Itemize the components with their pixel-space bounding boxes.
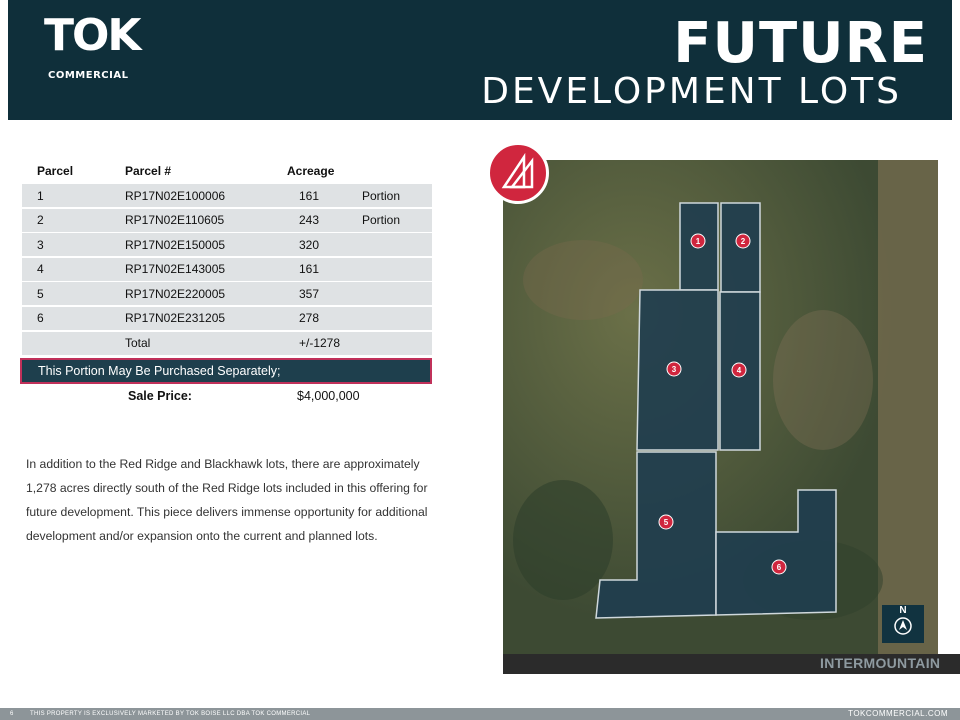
acreage-cell: 243 — [299, 213, 320, 228]
lot-label-2: 2 — [741, 237, 746, 246]
sale-price-label: Sale Price: — [128, 389, 192, 403]
terrain-patch — [513, 480, 613, 600]
parcel-cell: 2 — [37, 213, 44, 228]
sale-price-value: $4,000,000 — [297, 389, 360, 403]
footer-website: TOKCOMMERCIAL.COM — [848, 709, 948, 718]
page-subtitle: DEVELOPMENT LOTS — [481, 71, 902, 112]
parcel-cell: 5 — [37, 286, 44, 301]
page-title: FUTURE — [673, 11, 928, 76]
compass-arrow — [899, 620, 907, 630]
header-banner: TOK COMMERCIAL FUTURE DEVELOPMENT LOTS — [8, 0, 952, 120]
brand-badge-icon — [487, 142, 549, 204]
tok-logo: TOK — [44, 10, 142, 61]
header-parcel: Parcel — [37, 164, 74, 178]
parcel-cell: 3 — [37, 237, 44, 252]
acreage-cell: 357 — [299, 286, 320, 301]
logo-subtitle: COMMERCIAL — [48, 70, 129, 81]
page-footer: 6 THIS PROPERTY IS EXCLUSIVELY MARKETED … — [0, 708, 960, 720]
header-parcel-number: Parcel # — [125, 164, 172, 178]
acreage-cell: 278 — [299, 311, 320, 326]
lot-label-1: 1 — [696, 237, 701, 246]
parcel-table: Parcel Parcel # Acreage 1 RP17N02E100006… — [22, 158, 432, 356]
parcel-number-cell: RP17N02E150005 — [125, 237, 226, 252]
aerial-map-svg: 1 2 3 4 5 6 — [503, 160, 938, 672]
lot-label-6: 6 — [777, 563, 782, 572]
parcel-number-cell: RP17N02E110605 — [125, 213, 225, 228]
table-row: 2 RP17N02E110605 243 Portion — [22, 208, 432, 232]
table-row: 5 RP17N02E220005 357 — [22, 282, 432, 306]
parcel-number-cell: RP17N02E143005 — [125, 262, 226, 277]
table-header: Parcel Parcel # Acreage — [22, 158, 432, 184]
total-value: +/-1278 — [299, 336, 341, 351]
acreage-cell: 161 — [299, 188, 320, 203]
description-paragraph: In addition to the Red Ridge and Blackha… — [26, 457, 428, 543]
lot-label-4: 4 — [737, 366, 742, 375]
table-total-row: Total +/-1278 — [22, 331, 432, 355]
terrain-patch — [523, 240, 643, 320]
badge-sail-right — [509, 157, 534, 189]
acreage-cell: 161 — [299, 262, 320, 277]
compass-icon — [894, 617, 912, 635]
aerial-map: 1 2 3 4 5 6 — [503, 160, 938, 672]
parcel-cell: 6 — [37, 311, 44, 326]
lot-label-3: 3 — [672, 365, 677, 374]
north-label: N — [899, 605, 907, 616]
table-row: 1 RP17N02E100006 161 Portion — [22, 184, 432, 207]
table-row: 6 RP17N02E231205 278 — [22, 306, 432, 330]
parcel-number-cell: RP17N02E231205 — [125, 311, 226, 326]
acreage-cell: 320 — [299, 237, 320, 252]
total-label: Total — [125, 336, 151, 351]
brand-badge-svg — [501, 152, 534, 189]
lot-label-5: 5 — [664, 518, 669, 527]
header-acreage: Acreage — [287, 164, 335, 178]
parcel-number-cell: RP17N02E100006 — [125, 188, 226, 203]
map-brand-watermark: INTERMOUNTAIN — [820, 655, 941, 671]
parcel-number-cell: RP17N02E220005 — [125, 286, 226, 301]
terrain-patch — [773, 310, 873, 450]
note-cell: Portion — [362, 213, 401, 228]
note-cell: Portion — [362, 188, 401, 203]
farmland-area — [878, 160, 938, 672]
parcel-cell: 1 — [37, 188, 44, 203]
north-arrow-icon: N — [882, 605, 924, 643]
purchase-note-banner: This Portion May Be Purchased Separately… — [20, 358, 432, 384]
table-row: 3 RP17N02E150005 320 — [22, 233, 432, 257]
table-row: 4 RP17N02E143005 161 — [22, 257, 432, 281]
page-number: 6 — [10, 711, 14, 717]
parcel-cell: 4 — [37, 262, 44, 277]
footer-legal: THIS PROPERTY IS EXCLUSIVELY MARKETED BY… — [30, 711, 311, 717]
